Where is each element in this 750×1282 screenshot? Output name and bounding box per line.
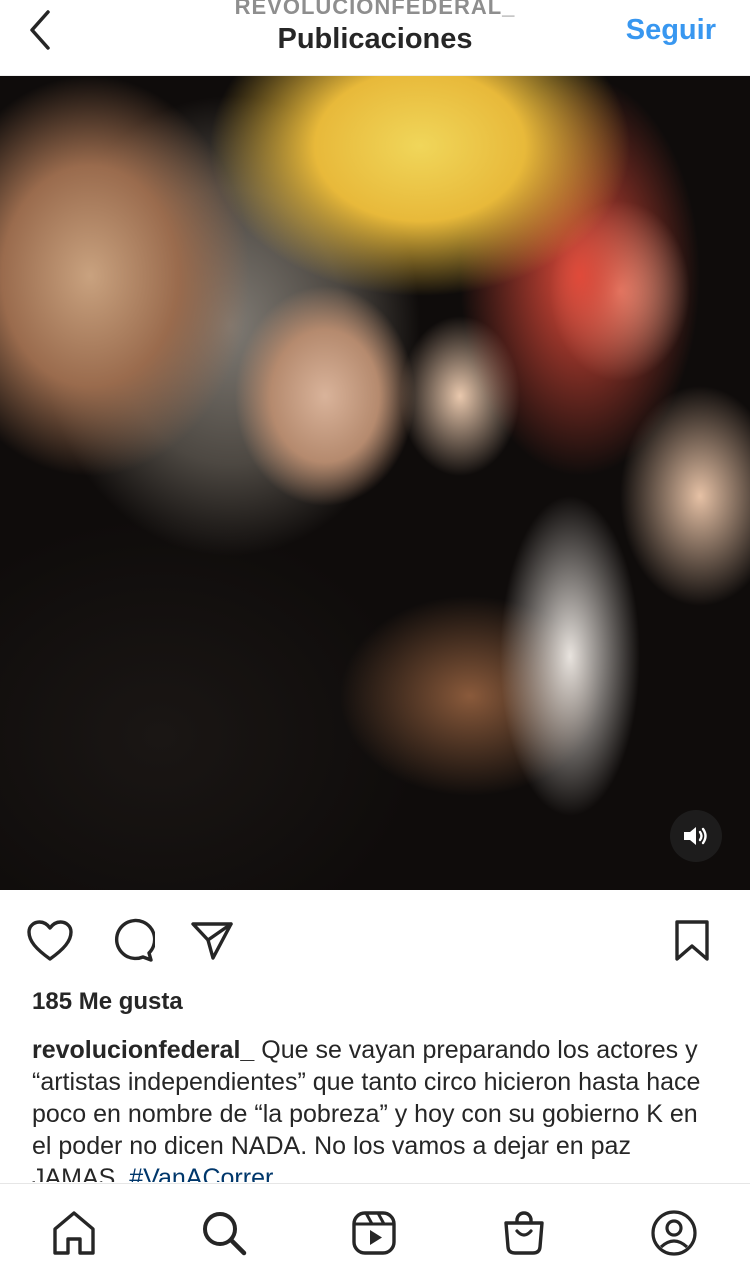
back-button[interactable] <box>18 4 62 56</box>
share-button[interactable] <box>187 916 237 966</box>
page-title: Publicaciones <box>277 23 473 55</box>
header-username: REVOLUCIONFEDERAL_ <box>234 0 516 19</box>
sound-toggle-button[interactable] <box>670 810 722 862</box>
nav-profile[interactable] <box>649 1208 699 1258</box>
caption-hashtag[interactable]: #VanACorrer <box>129 1164 273 1182</box>
save-button[interactable] <box>667 916 717 966</box>
caption-username[interactable]: revolucionfederal_ <box>32 1036 254 1064</box>
comment-button[interactable] <box>107 916 157 966</box>
bottom-navigation <box>0 1183 750 1282</box>
comment-icon <box>114 918 155 962</box>
post-video[interactable] <box>0 76 750 890</box>
top-bar: REVOLUCIONFEDERAL_ Publicaciones Seguir <box>0 0 750 76</box>
post-caption: revolucionfederal_ Que se vayan preparan… <box>32 1034 722 1182</box>
reels-icon <box>352 1211 396 1255</box>
follow-button[interactable]: Seguir <box>626 14 716 47</box>
post-actions <box>0 890 750 986</box>
speaker-icon <box>684 827 707 845</box>
nav-reels[interactable] <box>349 1208 399 1258</box>
search-icon <box>203 1212 247 1256</box>
home-icon <box>53 1211 95 1255</box>
like-button[interactable] <box>25 916 75 966</box>
nav-shop[interactable] <box>499 1208 549 1258</box>
heart-icon <box>27 920 73 961</box>
nav-search[interactable] <box>199 1208 249 1258</box>
like-count[interactable]: 185 Me gusta <box>32 988 183 1016</box>
chevron-left-icon <box>30 10 50 50</box>
header-title-block: REVOLUCIONFEDERAL_ Publicaciones <box>150 0 600 54</box>
bookmark-icon <box>675 920 709 961</box>
nav-home[interactable] <box>49 1208 99 1258</box>
profile-icon <box>651 1210 697 1256</box>
shop-icon <box>504 1211 544 1255</box>
share-icon <box>191 922 233 960</box>
